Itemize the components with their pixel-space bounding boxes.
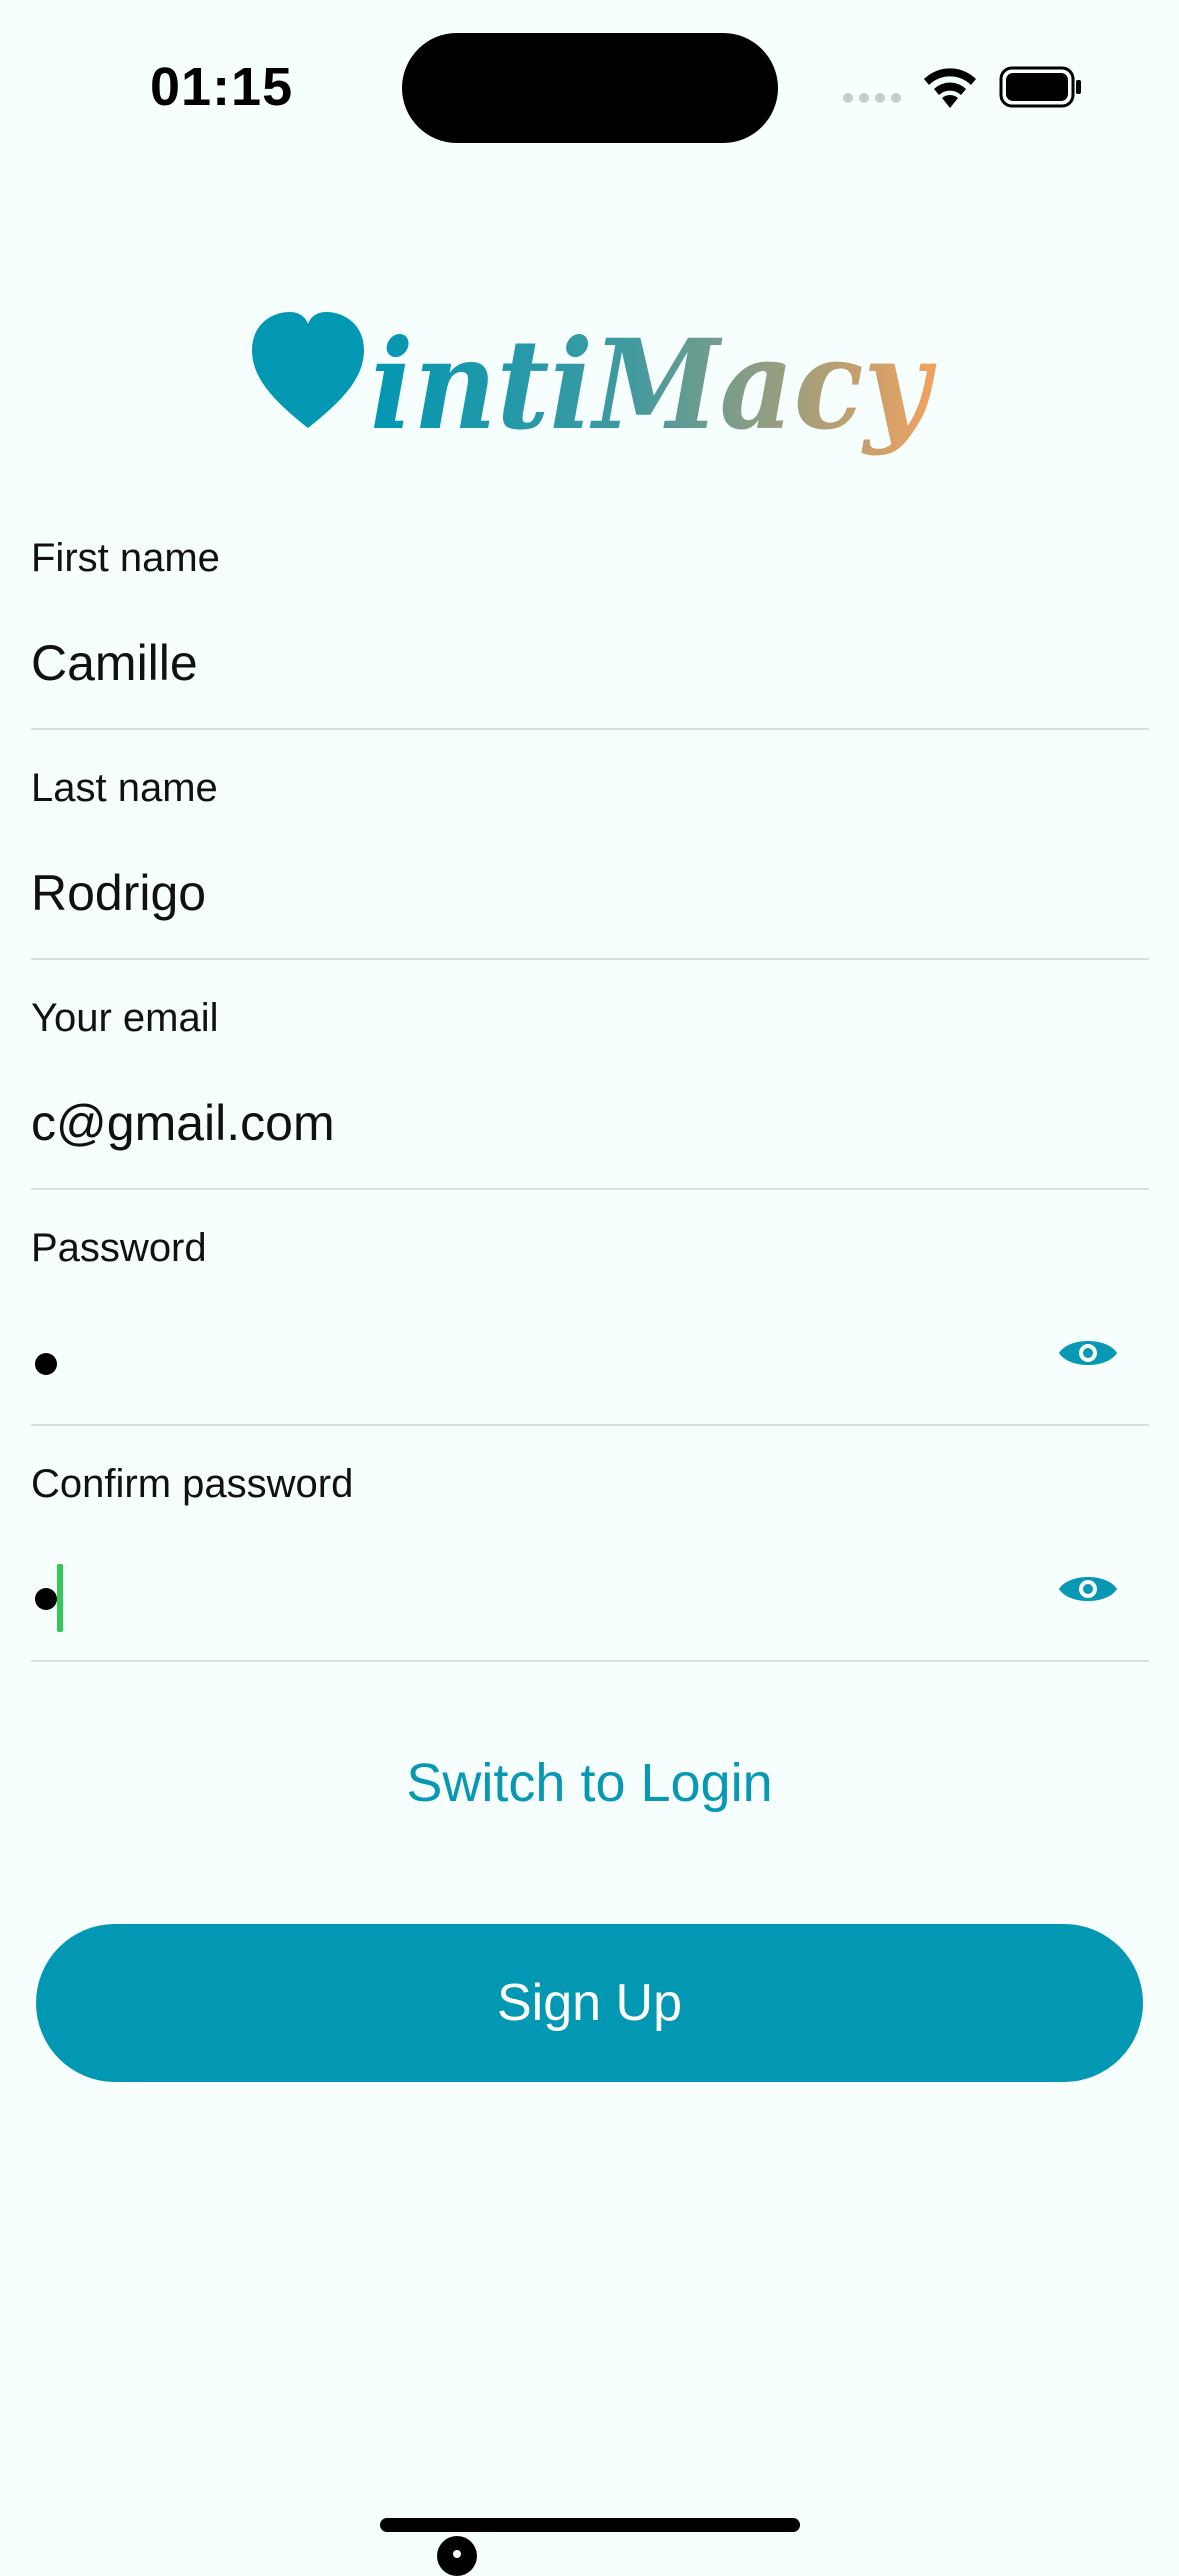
switch-to-login-link[interactable]: Switch to Login <box>0 1752 1179 1814</box>
last-name-input[interactable]: Rodrigo <box>31 864 206 922</box>
email-field[interactable]: Your email c@gmail.com <box>31 990 1149 1190</box>
dynamic-island <box>402 33 778 143</box>
status-time: 01:15 <box>150 57 294 117</box>
last-name-field[interactable]: Last name Rodrigo <box>31 760 1149 960</box>
confirm-password-label: Confirm password <box>31 1462 354 1506</box>
eye-icon[interactable] <box>1057 1568 1119 1610</box>
first-name-label: First name <box>31 536 220 580</box>
heart-icon <box>252 312 364 428</box>
first-name-field[interactable]: First name Camille <box>31 530 1149 730</box>
email-input[interactable]: c@gmail.com <box>31 1094 335 1152</box>
eye-icon[interactable] <box>1057 1332 1119 1374</box>
password-field[interactable]: Password • <box>31 1220 1149 1426</box>
first-name-input[interactable]: Camille <box>31 634 198 692</box>
confirm-password-input[interactable]: • <box>31 1546 931 1646</box>
battery-icon <box>999 66 1081 108</box>
text-caret <box>57 1564 63 1632</box>
home-indicator <box>380 2518 800 2532</box>
last-name-label: Last name <box>31 766 218 810</box>
location-icon <box>437 2536 477 2576</box>
confirm-password-dot <box>35 1588 57 1610</box>
password-dot <box>35 1353 57 1375</box>
email-label: Your email <box>31 996 219 1040</box>
cellular-signal-icon <box>843 93 901 103</box>
password-label: Password <box>31 1226 207 1270</box>
status-icons <box>842 62 1082 112</box>
confirm-password-field[interactable]: Confirm password • <box>31 1456 1149 1662</box>
logo-text: intiMacy <box>370 313 937 458</box>
app-logo: intiMacy <box>252 312 937 458</box>
sign-up-button[interactable]: Sign Up <box>36 1924 1143 2082</box>
password-input[interactable]: • <box>31 1310 931 1410</box>
wifi-icon <box>924 68 976 108</box>
sign-up-label: Sign Up <box>497 1974 682 2032</box>
